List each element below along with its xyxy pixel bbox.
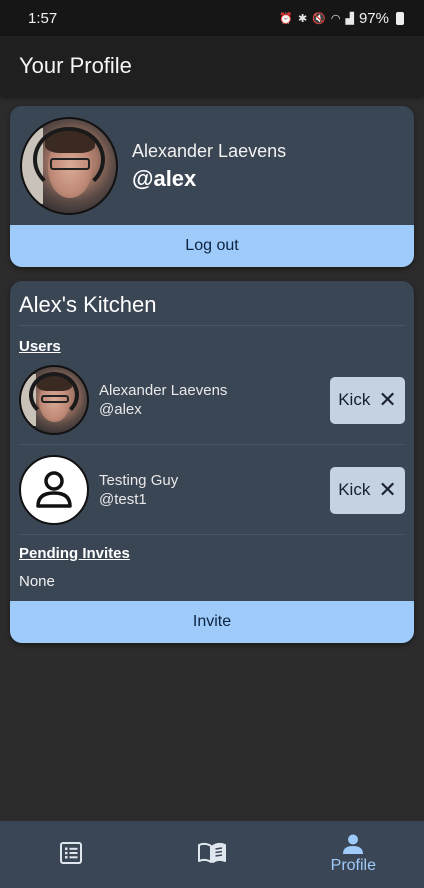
alarm-icon: ⏰ [279, 12, 293, 25]
default-avatar-icon [19, 455, 89, 525]
users-label: Users [19, 338, 61, 355]
signal-icon: ▟ [345, 12, 354, 25]
status-icons: ⏰ ✱ 🔇 ◠ ▟ 97% [279, 10, 404, 27]
bluetooth-icon: ✱ [297, 12, 308, 25]
person-outline-icon [36, 471, 72, 508]
pending-invites-label: Pending Invites [19, 545, 130, 562]
battery-percent: 97% [358, 9, 389, 27]
pending-invites-value: None [19, 573, 55, 590]
wifi-icon: ◠ [330, 12, 341, 25]
invite-button[interactable]: Invite [10, 601, 414, 643]
user-row: Testing Guy @test1 Kick ✕ [19, 454, 405, 526]
book-icon [197, 842, 226, 863]
battery-icon [396, 11, 404, 25]
list-icon [59, 842, 82, 864]
app-bar: Your Profile [0, 36, 424, 96]
close-icon: ✕ [378, 477, 397, 502]
nav-item-book[interactable] [141, 821, 282, 888]
bottom-nav: Profile [0, 821, 424, 888]
avatar [20, 117, 118, 215]
profile-handle: @alex [132, 165, 197, 191]
person-icon [343, 834, 364, 854]
profile-header: Alexander Laevens @alex [20, 117, 286, 215]
profile-full-name: Alexander Laevens [132, 140, 287, 161]
logout-button[interactable]: Log out [10, 225, 414, 267]
kitchen-card: Alex's Kitchen Users Alexander Laevens @… [10, 281, 414, 643]
user-handle: @alex [99, 401, 142, 418]
user-row: Alexander Laevens @alex Kick ✕ [19, 364, 405, 436]
user-name: Testing Guy [99, 472, 179, 489]
avatar [19, 365, 89, 435]
user-name: Alexander Laevens [99, 382, 228, 399]
divider [19, 325, 405, 326]
nav-item-profile[interactable]: Profile [283, 821, 424, 888]
kick-label: Kick [338, 480, 371, 499]
user-handle: @test1 [99, 491, 147, 508]
divider [19, 534, 405, 535]
status-bar: 1:57 ⏰ ✱ 🔇 ◠ ▟ 97% [0, 0, 424, 36]
user-names: Testing Guy @test1 [99, 472, 330, 508]
profile-names: Alexander Laevens @alex [132, 141, 286, 192]
user-names: Alexander Laevens @alex [99, 382, 330, 418]
kick-button[interactable]: Kick ✕ [330, 466, 405, 514]
nav-item-list[interactable] [0, 821, 141, 888]
page-title: Your Profile [19, 53, 132, 78]
divider [19, 444, 405, 445]
status-time: 1:57 [28, 9, 58, 27]
close-icon: ✕ [378, 387, 397, 412]
kick-label: Kick [338, 390, 371, 409]
mute-icon: 🔇 [312, 12, 326, 25]
kitchen-title: Alex's Kitchen [19, 292, 157, 317]
profile-card: Alexander Laevens @alex Log out [10, 106, 414, 267]
kick-button[interactable]: Kick ✕ [330, 376, 405, 424]
nav-label-profile: Profile [330, 857, 376, 874]
